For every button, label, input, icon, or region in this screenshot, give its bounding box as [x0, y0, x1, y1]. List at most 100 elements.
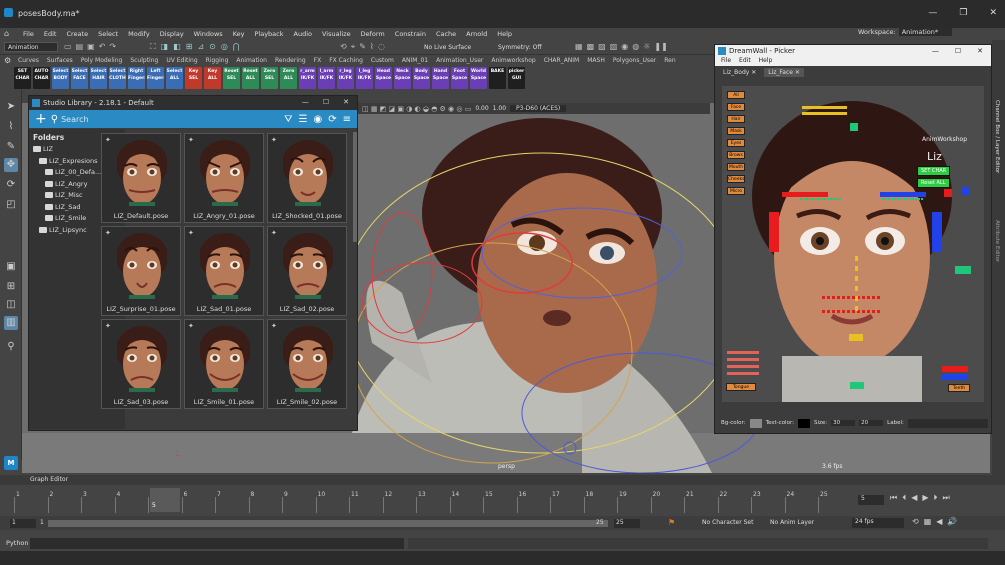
shelf-tab[interactable]: Poly Modeling [77, 57, 127, 66]
shelf-button[interactable]: Head Space [375, 67, 392, 89]
shelf-tab[interactable]: Animworkshop [487, 57, 539, 66]
scale-tool-icon[interactable]: ◰ [4, 198, 18, 212]
picker-control[interactable] [850, 382, 864, 389]
shelf-tab[interactable]: Curves [14, 57, 43, 66]
shelf-button[interactable]: Select ALL [166, 67, 183, 89]
shelf-tab[interactable]: Animation [232, 57, 271, 66]
shelf-tab[interactable]: Polygons_User [609, 57, 660, 66]
shelf-button[interactable]: Foot Space [451, 67, 468, 89]
picker-menu-item[interactable]: Edit [739, 57, 751, 66]
picker-control[interactable] [894, 198, 896, 200]
reset-all-button[interactable]: Reset ALL [917, 178, 950, 188]
move-tool-icon[interactable]: ✥ [4, 158, 18, 172]
shelf-button[interactable]: Reset ALL [242, 67, 259, 89]
fps-dropdown[interactable]: 24 fps [852, 518, 904, 528]
new-scene-icon[interactable]: ▭ [64, 42, 72, 51]
shelf-button[interactable]: Select BODY [52, 67, 69, 89]
picker-control[interactable] [855, 306, 858, 311]
picker-side-button[interactable]: Micro [727, 187, 745, 195]
picker-control[interactable] [727, 358, 759, 361]
picker-side-button[interactable]: All [727, 91, 745, 99]
picker-control[interactable] [806, 198, 808, 200]
picker-tab[interactable]: Liz_Face ✕ [764, 67, 804, 77]
shelf-settings-icon[interactable]: ⚙ [4, 56, 11, 65]
menu-arnold[interactable]: Arnold [461, 30, 492, 38]
shelf-button[interactable]: Zero ALL [280, 67, 297, 89]
picker-control[interactable] [855, 256, 858, 261]
pause-icon[interactable]: ❚❚ [654, 42, 667, 51]
shelf-button[interactable]: Neck Space [394, 67, 411, 89]
menu-playback[interactable]: Playback [249, 30, 288, 38]
picker-menu-item[interactable]: Help [759, 57, 773, 66]
shelf-button[interactable]: Select FACE [71, 67, 88, 89]
shelf-tab[interactable]: CHAR_ANIM [540, 57, 584, 66]
picker-control[interactable] [906, 198, 908, 200]
range-tool-icons[interactable]: ⟲▦◀🔊 [912, 517, 962, 526]
shelf-button[interactable]: r_leg IK/FK [337, 67, 354, 89]
picker-control[interactable] [942, 374, 968, 380]
workspace-value[interactable]: Animation* [898, 28, 953, 36]
pose-thumbnail[interactable]: ✦ LIZ_Sad_01.pose [184, 226, 264, 316]
undo-icon[interactable]: ↶ [99, 42, 106, 51]
menu-windows[interactable]: Windows [189, 30, 228, 38]
menu-modify[interactable]: Modify [123, 30, 155, 38]
picker-control[interactable] [727, 351, 759, 354]
arnold-icon[interactable]: ◍ [632, 42, 639, 51]
picker-control[interactable] [880, 192, 926, 197]
picker-control[interactable] [822, 296, 825, 299]
size-height-field[interactable]: 20 [859, 420, 884, 426]
shelf-button[interactable]: AUTO CHAR [33, 67, 50, 89]
menu-cache[interactable]: Cache [431, 30, 461, 38]
picker-control[interactable] [842, 310, 845, 313]
save-scene-icon[interactable]: ▣ [87, 42, 95, 51]
shelf-button[interactable]: World Space [470, 67, 487, 89]
bg-color-swatch[interactable] [749, 418, 762, 428]
picker-control[interactable] [877, 296, 880, 299]
command-input[interactable] [30, 538, 404, 549]
hypershade-icon[interactable]: ◉ [621, 42, 628, 51]
picker-side-button[interactable]: Face [727, 103, 745, 111]
menu-constrain[interactable]: Constrain [390, 30, 431, 38]
range-end-inner-field[interactable]: 25 [596, 519, 604, 526]
picker-control[interactable] [872, 296, 875, 299]
pose-thumbnail[interactable]: ✦ LIZ_Shocked_01.pose [267, 133, 347, 223]
settings-sliders-icon[interactable]: ☰ [299, 114, 308, 125]
colorspace-field[interactable]: P3-D60 (ACES) [510, 105, 567, 112]
anim-layer-dropdown[interactable]: No Anim Layer [770, 519, 814, 526]
snap-view-icon[interactable]: ◎ [221, 42, 228, 52]
picker-control[interactable] [837, 310, 840, 313]
tongue-button[interactable]: Tongue [726, 383, 756, 391]
picker-control[interactable] [727, 372, 759, 375]
picker-control[interactable] [809, 198, 811, 200]
pose-thumbnail[interactable]: ✦ LIZ_Sad_02.pose [267, 226, 347, 316]
studio-scrollbar[interactable] [353, 132, 357, 242]
menu-edit[interactable]: Edit [39, 30, 62, 38]
shelf-tab[interactable]: FX Caching [325, 57, 367, 66]
picker-control[interactable] [867, 296, 870, 299]
pose-thumbnail[interactable]: ✦ LIZ_Surprise_01.pose [101, 226, 181, 316]
shelf-button[interactable]: Select CLOTH [109, 67, 126, 89]
viewport-icons[interactable]: ◫ ▦ ◩ ◪ ▣ ◑ ◐ ◒ ◓ ⚙ ◉ ◎ ▭ [362, 105, 471, 113]
shelf-tab[interactable]: MASH [583, 57, 609, 66]
shelf-button[interactable]: Body Space [413, 67, 430, 89]
picker-control[interactable] [891, 198, 893, 200]
picker-control[interactable] [800, 198, 802, 200]
picker-control[interactable] [855, 276, 858, 281]
picker-control[interactable] [862, 296, 865, 299]
magnet-icon[interactable]: ⋂ [233, 42, 240, 52]
select-component-icon[interactable]: ◧ [173, 42, 181, 52]
snap-curve-icon[interactable]: ⊿ [197, 42, 204, 52]
shelf-button[interactable]: picker GUI [508, 67, 525, 89]
picker-tab[interactable]: Liz_Body ✕ [719, 68, 760, 77]
shelf-tab[interactable]: ANIM_01 [398, 57, 432, 66]
paint-select-icon[interactable]: ✎ [4, 140, 18, 154]
picker-control[interactable] [867, 310, 870, 313]
menu-file[interactable]: File [18, 30, 39, 38]
teeth-button[interactable]: Teeth [948, 384, 970, 392]
picker-menu-item[interactable]: File [721, 57, 731, 66]
render-icon[interactable]: ▨ [598, 42, 606, 51]
menu-icon[interactable]: ≡ [343, 114, 351, 125]
menu-audio[interactable]: Audio [289, 30, 317, 38]
graph-editor-label[interactable]: Graph Editor [30, 476, 68, 483]
lasso-icon[interactable]: ⌖ [351, 42, 356, 52]
